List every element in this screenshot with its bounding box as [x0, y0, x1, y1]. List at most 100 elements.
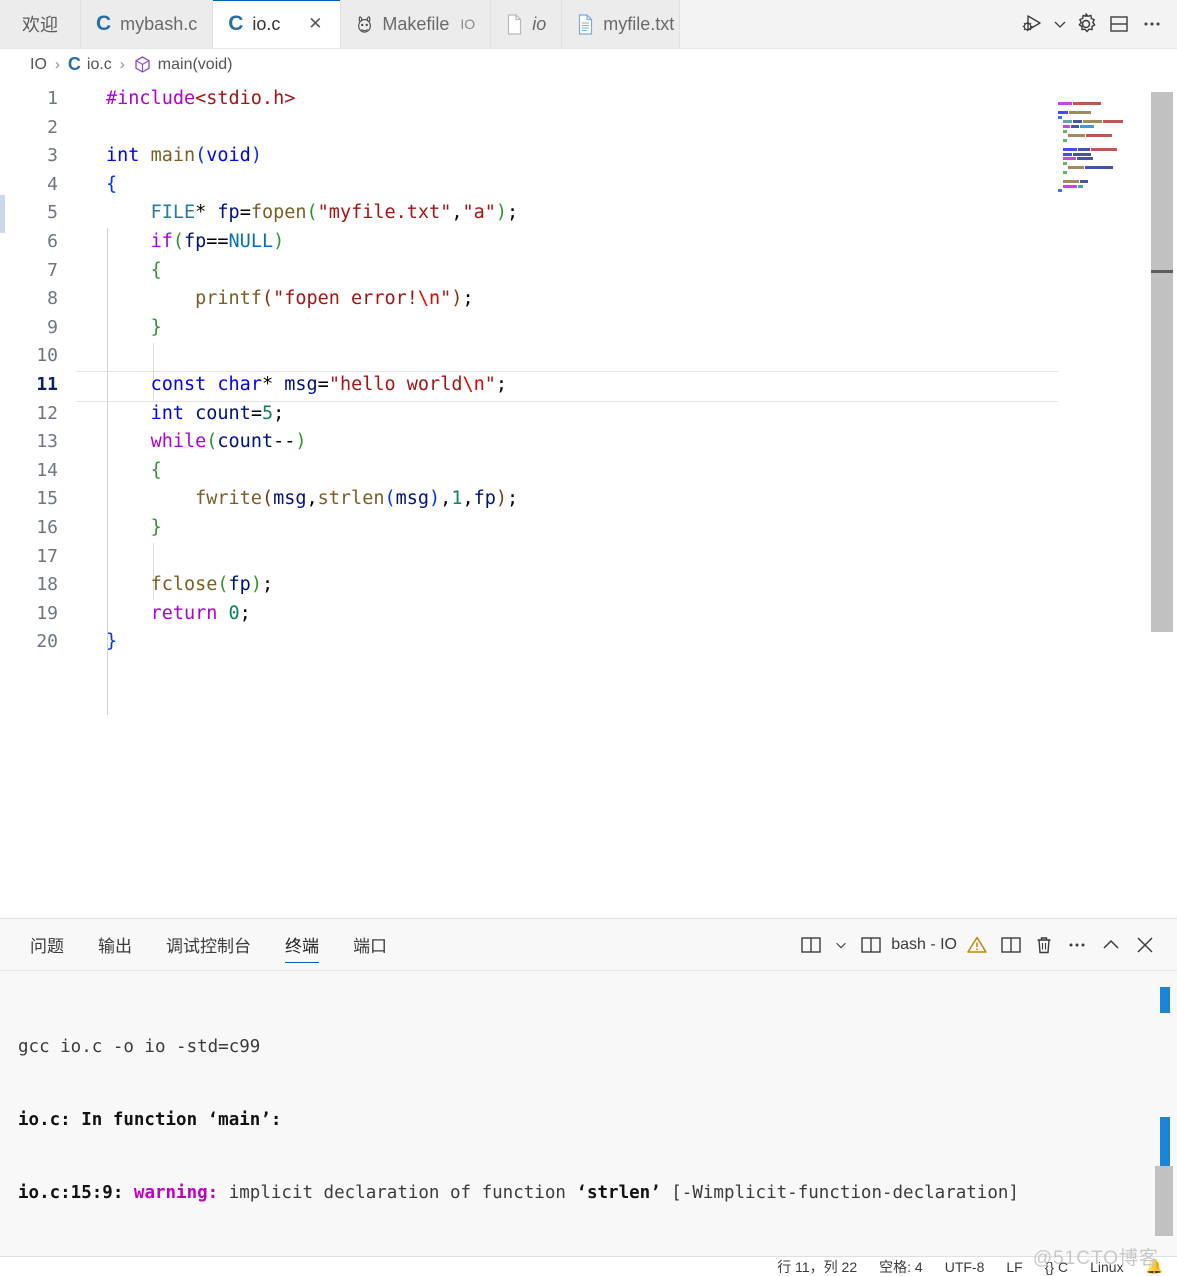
line-number: 20: [36, 631, 58, 653]
tab-welcome[interactable]: 欢迎: [0, 0, 81, 48]
panel-tab-debug-console[interactable]: 调试控制台: [166, 919, 251, 971]
panel-tab-label: 输出: [98, 937, 132, 956]
panel-tab-output[interactable]: 输出: [98, 919, 132, 971]
line-number: 7: [47, 259, 58, 281]
text-file-icon: [577, 13, 594, 35]
chevron-down-icon[interactable]: [831, 930, 851, 960]
terminal-instance-label[interactable]: bash - IO: [891, 936, 957, 954]
terminal-text: [-Wimplicit-function-declaration]: [660, 1182, 1019, 1203]
gear-icon[interactable]: [1071, 9, 1101, 39]
run-and-debug-icon[interactable]: [1018, 9, 1048, 39]
code-text: int count=5;: [150, 402, 285, 424]
editor-vertical-scrollbar[interactable]: [1151, 80, 1173, 918]
code-line[interactable]: 19 return 0;: [0, 600, 1177, 629]
status-remote-os[interactable]: Linux: [1090, 1259, 1123, 1275]
tab-mybash-c[interactable]: C mybash.c: [81, 0, 214, 48]
breadcrumb-label: IO: [30, 55, 47, 73]
status-indentation[interactable]: 空格: 4: [879, 1257, 923, 1276]
terminal-text: implicit declaration of function: [218, 1182, 577, 1203]
terminal-instance-icon[interactable]: [857, 930, 885, 960]
code-line[interactable]: 20 }: [0, 628, 1177, 657]
close-icon[interactable]: ✕: [305, 14, 325, 34]
tab-makefile[interactable]: Makefile IO: [341, 0, 492, 48]
gnu-makefile-icon: [356, 14, 373, 35]
code-line[interactable]: 4 {: [0, 171, 1177, 200]
code-text: {: [106, 173, 118, 195]
panel-tab-label: 问题: [30, 937, 64, 956]
panel-tab-terminal[interactable]: 终端: [285, 919, 319, 971]
line-number: 12: [36, 402, 58, 424]
chevron-down-icon[interactable]: [1051, 9, 1068, 39]
code-editor[interactable]: 1 #include<stdio.h> 2 3 int main(void) 4…: [0, 80, 1177, 918]
warning-triangle-icon[interactable]: [963, 930, 991, 960]
panel-more-actions-icon[interactable]: [1063, 930, 1091, 960]
status-eol[interactable]: LF: [1006, 1259, 1022, 1275]
code-line[interactable]: 5 FILE* fp=fopen("myfile.txt","a");: [0, 199, 1177, 228]
status-encoding[interactable]: UTF-8: [945, 1259, 985, 1275]
code-line[interactable]: 8 printf("fopen error!\n");: [0, 285, 1177, 314]
line-number: 3: [47, 145, 58, 167]
code-text: FILE* fp=fopen("myfile.txt","a");: [150, 202, 519, 224]
launch-profile-icon[interactable]: [797, 930, 825, 960]
terminal-overview-marker: [1160, 987, 1170, 1013]
code-line[interactable]: 18 fclose(fp);: [0, 571, 1177, 600]
code-line[interactable]: 9 }: [0, 314, 1177, 343]
line-number: 19: [36, 602, 58, 624]
breadcrumb-label: io.c: [86, 55, 112, 73]
terminal-scrollbar-thumb[interactable]: [1155, 1166, 1173, 1236]
code-line[interactable]: 15 fwrite(msg,strlen(msg),1,fp);: [0, 485, 1177, 514]
code-line[interactable]: 13 while(count--): [0, 428, 1177, 457]
code-line-current[interactable]: 11 const char* msg="hello world\n";: [0, 370, 1177, 402]
status-bar: 行 11，列 22 空格: 4 UTF-8 LF {} C Linux 🔔: [0, 1256, 1177, 1276]
close-panel-icon[interactable]: [1131, 930, 1159, 960]
code-line[interactable]: 17: [0, 543, 1177, 572]
status-language-mode[interactable]: {} C: [1045, 1259, 1068, 1275]
terminal-line: io.c: In function ‘main’:: [18, 1108, 1177, 1132]
code-text: while(count--): [150, 431, 307, 453]
code-lines-container[interactable]: 1 #include<stdio.h> 2 3 int main(void) 4…: [0, 85, 1177, 918]
breadcrumb: IO › C io.c › main(void): [0, 49, 1177, 80]
line-number: 10: [36, 345, 58, 367]
kill-terminal-icon[interactable]: [1031, 930, 1057, 960]
terminal-output[interactable]: gcc io.c -o io -std=c99 io.c: In functio…: [0, 971, 1177, 1256]
c-file-icon: C: [67, 54, 81, 74]
more-actions-icon[interactable]: [1137, 9, 1167, 39]
editor-overview-marker: [1151, 270, 1173, 273]
maximize-panel-icon[interactable]: [1097, 930, 1125, 960]
panel-tab-ports[interactable]: 端口: [353, 919, 387, 971]
tab-label: mybash.c: [120, 13, 198, 34]
tab-label: 欢迎: [22, 15, 58, 35]
split-editor-down-icon[interactable]: [1104, 9, 1134, 39]
panel-actions-toolbar: bash - IO: [797, 930, 1177, 960]
terminal-overview-marker: [1160, 1117, 1170, 1171]
terminal-text: io.c: In function ‘main’:: [18, 1110, 282, 1130]
code-line[interactable]: 7 {: [0, 257, 1177, 286]
breadcrumb-item-symbol[interactable]: main(void): [133, 55, 232, 74]
code-line[interactable]: 16 }: [0, 514, 1177, 543]
terminal-scrollbar[interactable]: [1155, 971, 1173, 1236]
tab-myfile-txt[interactable]: myfile.txt: [562, 0, 681, 48]
code-line[interactable]: 10: [0, 342, 1177, 371]
code-line[interactable]: 6 if(fp==NULL): [0, 228, 1177, 257]
c-file-icon: C: [96, 12, 112, 35]
code-line[interactable]: 1 #include<stdio.h>: [0, 85, 1177, 114]
code-line[interactable]: 2: [0, 114, 1177, 143]
line-number: 11: [36, 373, 58, 395]
notifications-bell-icon[interactable]: 🔔: [1146, 1258, 1163, 1275]
code-text: }: [150, 316, 162, 338]
editor-scrollbar-thumb[interactable]: [1151, 92, 1173, 632]
split-terminal-icon[interactable]: [997, 930, 1025, 960]
editor-actions-toolbar: [1018, 0, 1177, 48]
status-line-column[interactable]: 行 11，列 22: [777, 1257, 857, 1276]
line-number: 8: [47, 288, 58, 310]
code-text: int main(void): [106, 145, 262, 167]
code-line[interactable]: 3 int main(void): [0, 142, 1177, 171]
breadcrumb-item-file[interactable]: C io.c: [68, 54, 112, 75]
tab-io-c[interactable]: C io.c ✕: [213, 0, 342, 48]
panel-tab-problems[interactable]: 问题: [30, 919, 64, 971]
tab-io-binary[interactable]: io: [491, 0, 563, 48]
breadcrumb-item-folder[interactable]: IO: [30, 56, 47, 74]
code-line[interactable]: 14 {: [0, 457, 1177, 486]
terminal-text: ‘strlen’: [576, 1182, 661, 1203]
code-line[interactable]: 12 int count=5;: [0, 400, 1177, 429]
